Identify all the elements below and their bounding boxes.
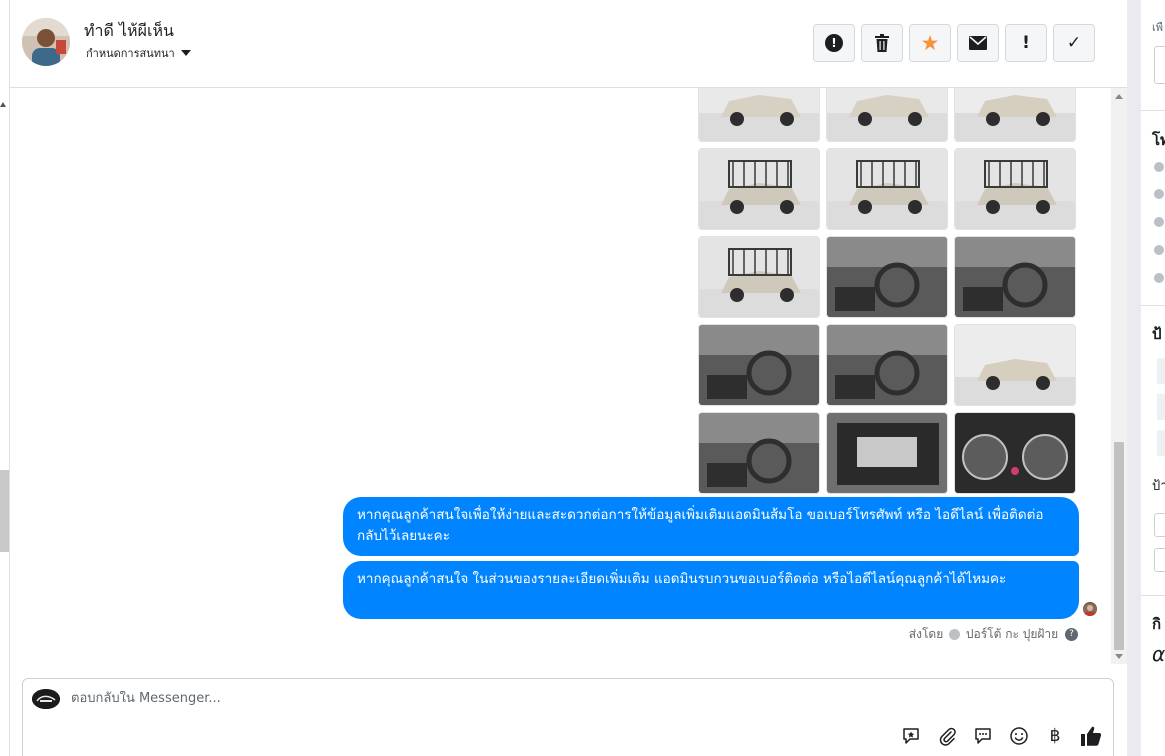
baht-payment-icon: ฿ <box>1049 726 1061 746</box>
page-logo-avatar <box>32 689 60 709</box>
label-chip[interactable] <box>1157 358 1165 384</box>
collapse-arrow-icon[interactable] <box>0 102 6 107</box>
photo-dashboard[interactable] <box>954 236 1076 318</box>
customer-info-panel: เพื โท ป้ ป้า กิ α <box>1141 0 1165 756</box>
panel-divider <box>1127 0 1141 756</box>
reply-composer: ฿ <box>22 678 1114 756</box>
label-input[interactable] <box>1154 548 1165 572</box>
scroll-down-icon[interactable] <box>1115 654 1123 659</box>
conversation-settings-label: กำหนดการสนทนา <box>86 47 175 60</box>
panel-divider-line <box>1141 110 1165 111</box>
inbox-app: ทำดี ไห้ผีเห็น กำหนดการสนทนา ! ★ ! ✓ หาก… <box>0 0 1165 756</box>
attachment-icon <box>939 727 956 746</box>
mark-unread-button[interactable] <box>957 24 999 62</box>
message-thread[interactable]: หากคุณลูกค้าสนใจเพื่อให้ง่ายและสะดวกต่อก… <box>10 88 1111 664</box>
star-button[interactable]: ★ <box>909 24 951 62</box>
briefcase-icon <box>1154 189 1164 199</box>
info-input[interactable] <box>1154 46 1165 84</box>
photo-door-panel[interactable] <box>698 412 820 494</box>
sender-name: ปอร์โต้ กะ ปุยฝ้าย <box>965 627 1059 641</box>
signature-mark: α <box>1152 642 1165 666</box>
conversation-header: ทำดี ไห้ผีเห็น กำหนดการสนทนา ! ★ ! ✓ <box>10 0 1127 88</box>
section-heading: โท <box>1152 131 1165 149</box>
contact-name[interactable]: ทำดี ไห้ผีเห็น <box>84 19 174 44</box>
photo-rear-rack-2[interactable] <box>826 148 948 230</box>
label-chip[interactable] <box>1157 430 1165 456</box>
mark-spam-button[interactable]: ! <box>813 24 855 62</box>
sent-by-label: ส่งโดย <box>908 627 944 641</box>
delete-button[interactable] <box>861 24 903 62</box>
attach-file-button[interactable] <box>936 725 958 747</box>
saved-reply-button[interactable] <box>900 725 922 747</box>
star-icon: ★ <box>920 30 940 55</box>
verified-check-icon <box>949 629 961 640</box>
panel-divider-line <box>1141 595 1165 596</box>
message-bubble[interactable]: หากคุณลูกค้าสนใจเพื่อให้ง่ายและสะดวกต่อก… <box>343 497 1079 556</box>
trash-icon <box>875 34 889 52</box>
photo-driver-seat[interactable] <box>826 324 948 406</box>
chat-bubble-icon <box>975 728 991 744</box>
payment-button[interactable]: ฿ <box>1044 725 1066 747</box>
reply-input[interactable] <box>71 691 771 706</box>
info-label: เพื <box>1152 21 1164 34</box>
done-icon: ✓ <box>1066 33 1082 53</box>
photo-wheel-detail[interactable] <box>954 324 1076 406</box>
help-icon[interactable]: ? <box>1065 628 1078 641</box>
photo-rear-rack-3[interactable] <box>954 148 1076 230</box>
photo-front-close[interactable] <box>826 88 948 142</box>
scroll-up-icon[interactable] <box>1115 94 1123 99</box>
clock-icon <box>1154 162 1164 172</box>
conversation-settings-dropdown[interactable]: กำหนดการสนทนา <box>86 44 191 62</box>
mail-icon <box>969 36 987 50</box>
location-icon <box>1154 245 1164 255</box>
chat-button[interactable] <box>972 725 994 747</box>
scrollbar-thumb[interactable] <box>1114 442 1124 650</box>
left-sidebar-edge <box>0 0 10 756</box>
label-chip[interactable] <box>1157 394 1165 420</box>
message-bubble[interactable]: หากคุณลูกค้าสนใจ ในส่วนของรายละเอียดเพิ่… <box>343 561 1079 619</box>
section-heading: กิ <box>1152 615 1162 633</box>
panel-divider-line <box>1141 305 1165 306</box>
photo-side-rack[interactable] <box>698 236 820 318</box>
photo-gauge-cluster[interactable] <box>954 412 1076 494</box>
location-icon <box>1154 273 1164 283</box>
emoji-icon <box>1010 727 1028 745</box>
photo-attachment-grid <box>698 88 1078 494</box>
photo-gear-shift[interactable] <box>826 236 948 318</box>
read-receipt-avatar <box>1083 602 1097 616</box>
sent-by-line: ส่งโดย ปอร์โต้ กะ ปุยฝ้าย ? <box>10 625 1078 644</box>
spam-icon: ! <box>825 34 843 52</box>
follow-up-button[interactable]: ! <box>1005 24 1047 62</box>
label-input[interactable] <box>1154 513 1165 537</box>
photo-front-side[interactable] <box>954 88 1076 142</box>
photo-radio-panel[interactable] <box>698 324 820 406</box>
section-heading: ป้ <box>1152 325 1162 343</box>
photo-front-view[interactable] <box>698 88 820 142</box>
saved-reply-icon <box>903 728 919 744</box>
education-icon <box>1154 217 1164 227</box>
follow-up-icon: ! <box>1022 33 1030 53</box>
chevron-down-icon <box>180 50 191 56</box>
photo-rear-rack-1[interactable] <box>698 148 820 230</box>
section-heading: ป้า <box>1152 479 1165 494</box>
emoji-button[interactable] <box>1008 725 1030 747</box>
thread-scrollbar[interactable] <box>1111 88 1127 664</box>
mark-done-button[interactable]: ✓ <box>1053 24 1095 62</box>
like-button[interactable] <box>1080 725 1102 747</box>
contact-avatar[interactable] <box>22 18 70 66</box>
left-scrollbar-thumb[interactable] <box>0 470 9 552</box>
like-icon <box>1081 726 1102 746</box>
photo-engine-bay[interactable] <box>826 412 948 494</box>
